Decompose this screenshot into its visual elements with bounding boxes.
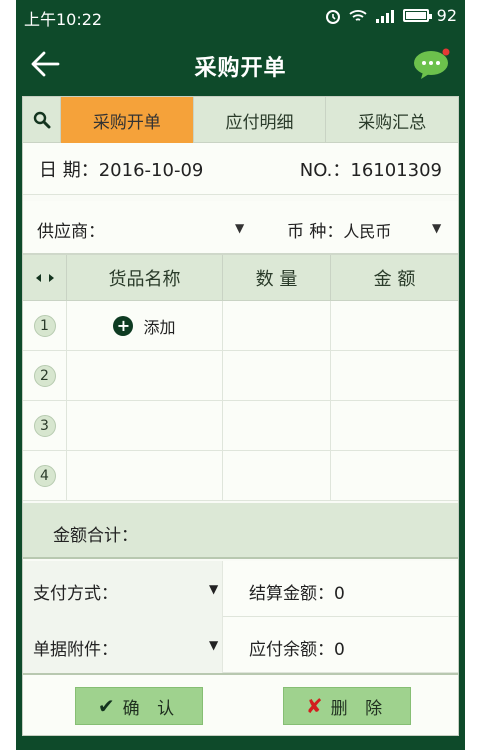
goods-name-cell[interactable] <box>67 401 223 450</box>
attachment-label: 单据附件： <box>33 640 118 660</box>
supplier-dropdown-icon[interactable]: ▼ <box>235 221 244 235</box>
tab-bar: 采购开单 应付明细 采购汇总 <box>23 97 458 143</box>
attachment-dropdown-icon: ▼ <box>209 638 219 652</box>
order-info-row: 日 期：2016-10-09 NO.：16101309 <box>23 143 458 195</box>
quantity-cell[interactable] <box>223 451 331 500</box>
battery-level: 92 <box>436 6 457 25</box>
quantity-cell[interactable] <box>223 401 331 450</box>
tab-payable-detail[interactable]: 应付明细 <box>194 97 327 143</box>
row-index-badge: 3 <box>33 414 56 437</box>
table-header: 货品名称 数 量 金 额 <box>23 255 458 301</box>
currency-select[interactable]: 币 种：人民币 <box>287 217 391 242</box>
status-time: 上午10:22 <box>24 10 103 29</box>
goods-name-cell[interactable] <box>67 451 223 500</box>
header-quantity: 数 量 <box>223 255 331 300</box>
supplier-select[interactable]: 供应商： <box>37 217 105 242</box>
confirm-button[interactable]: ✔ 确 认 <box>75 687 203 725</box>
date-value: 2016-10-09 <box>98 159 204 181</box>
table-row: 4 <box>23 451 458 501</box>
payment-method-select[interactable]: 支付方式： ▼ <box>23 561 223 617</box>
goods-table: 货品名称 数 量 金 额 1 + 添加 2 3 4 <box>23 255 458 501</box>
quantity-cell[interactable] <box>223 301 331 350</box>
supplier-currency-row: 供应商： ▼ 币 种：人民币 ▼ <box>23 201 458 255</box>
search-tab[interactable] <box>23 97 61 143</box>
goods-name-cell[interactable]: + 添加 <box>67 301 223 350</box>
currency-value: 人民币 <box>343 222 392 241</box>
total-label: 金额合计： <box>53 526 138 546</box>
add-goods-button[interactable]: + 添加 <box>113 314 176 338</box>
header-amount: 金 额 <box>373 268 416 290</box>
bottom-strip <box>16 738 465 750</box>
currency-label: 币 种： <box>287 222 344 242</box>
delete-label: 删 除 <box>330 698 389 719</box>
confirm-label: 确 认 <box>122 698 181 719</box>
add-label: 添加 <box>143 317 176 337</box>
amount-cell[interactable] <box>331 451 458 500</box>
column-resize-handle[interactable] <box>23 255 67 300</box>
search-icon <box>33 111 50 129</box>
number-value: 16101309 <box>350 159 442 181</box>
checkmark-icon: ✔ <box>97 694 115 718</box>
attachment-row: 单据附件： ▼ 应付余额：0 <box>23 617 458 673</box>
delete-button[interactable]: ✘ 删 除 <box>283 687 411 725</box>
tab-purchase-order[interactable]: 采购开单 <box>61 97 194 143</box>
battery-icon <box>402 9 432 22</box>
app-header: 采购开单 <box>16 32 465 94</box>
page-title: 采购开单 <box>194 56 287 81</box>
action-bar: ✔ 确 认 ✘ 删 除 <box>23 673 458 735</box>
payment-method-dropdown-icon: ▼ <box>209 582 219 596</box>
supplier-label: 供应商： <box>37 222 105 242</box>
quantity-cell[interactable] <box>223 351 331 400</box>
table-row: 2 <box>23 351 458 401</box>
amount-cell[interactable] <box>331 351 458 400</box>
row-index-badge: 2 <box>33 364 56 387</box>
payable-balance: 应付余额：0 <box>249 640 345 660</box>
signal-icon <box>375 9 394 23</box>
number-label: NO.： <box>299 159 351 181</box>
total-amount-row: 金额合计： <box>23 503 458 559</box>
table-row: 1 + 添加 <box>23 301 458 351</box>
date-label: 日 期： <box>39 159 99 181</box>
status-icons: 92 <box>325 6 457 25</box>
payment-method-label: 支付方式： <box>33 584 118 604</box>
order-date[interactable]: 日 期：2016-10-09 <box>39 156 203 182</box>
order-number: NO.：16101309 <box>300 156 442 182</box>
header-goods-name: 货品名称 <box>67 255 223 300</box>
left-right-arrows-icon <box>35 273 54 282</box>
alarm-icon <box>325 9 340 24</box>
wifi-icon <box>349 9 367 21</box>
plus-circle-icon: + <box>113 315 134 336</box>
currency-dropdown-icon[interactable]: ▼ <box>432 221 441 235</box>
goods-name-cell[interactable] <box>67 351 223 400</box>
phone-screen: 上午10:22 92 采购开单 采购开单 应付明细 采购汇总 日 期：2016-… <box>16 0 465 750</box>
order-panel: 采购开单 应付明细 采购汇总 日 期：2016-10-09 NO.：161013… <box>22 96 459 736</box>
table-row: 3 <box>23 401 458 451</box>
status-bar: 上午10:22 92 <box>16 0 465 32</box>
attachment-select[interactable]: 单据附件： ▼ <box>23 617 223 673</box>
tab-purchase-summary[interactable]: 采购汇总 <box>326 97 458 143</box>
amount-cell[interactable] <box>331 401 458 450</box>
amount-cell[interactable] <box>331 301 458 350</box>
row-index-badge: 1 <box>33 314 56 337</box>
delete-x-icon: ✘ <box>305 694 323 718</box>
payment-row: 支付方式： ▼ 结算金额：0 <box>23 561 458 617</box>
chat-bubble-icon[interactable] <box>413 48 451 80</box>
settlement-amount: 结算金额：0 <box>249 584 345 604</box>
row-index-badge: 4 <box>33 464 56 487</box>
